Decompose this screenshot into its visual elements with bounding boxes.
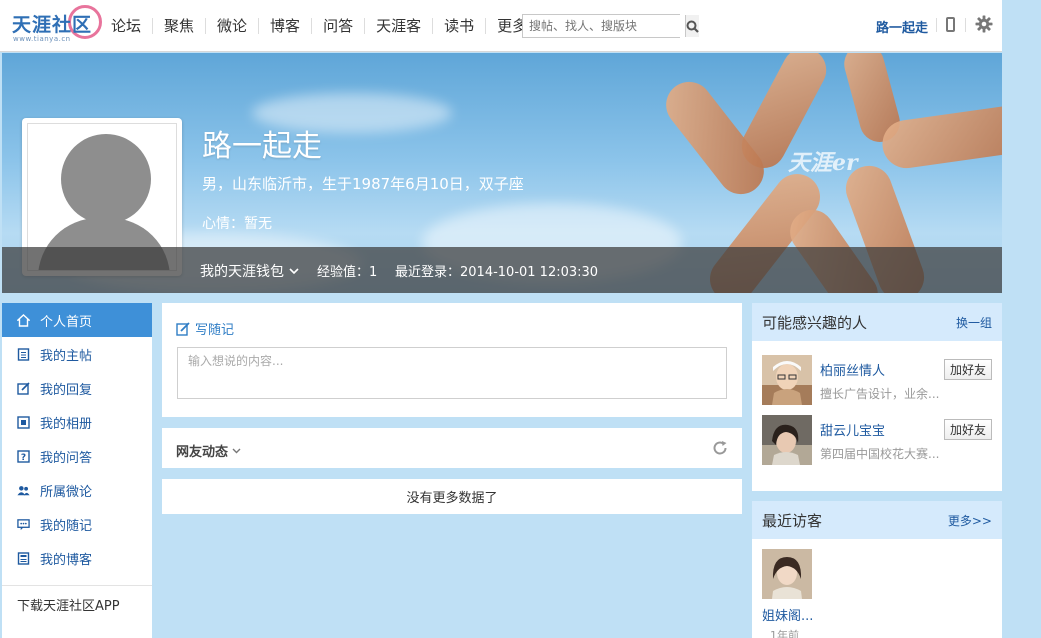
- app-download-link[interactable]: 下载天涯社区APP: [2, 586, 152, 622]
- sidebar-item-label: 我的问答: [40, 450, 93, 466]
- sidebar-item-home[interactable]: 个人首页: [2, 303, 152, 337]
- nav-item-blog[interactable]: 博客: [259, 18, 313, 34]
- search-button[interactable]: [685, 15, 699, 37]
- username-link[interactable]: 路一起走: [876, 17, 928, 36]
- chevron-down-icon: [289, 267, 299, 274]
- nav-item-weilun[interactable]: 微论: [206, 18, 260, 34]
- suggested-person: 柏丽丝情人 擅长广告设计，业余... 加好友: [762, 355, 992, 405]
- recent-visitors-card: 最近访客 更多>> 姐妹阁... 1年前: [752, 501, 1002, 638]
- person-avatar[interactable]: [762, 355, 812, 405]
- suggested-person: 甜云儿宝宝 第四届中国校花大赛... 加好友: [762, 415, 992, 465]
- profile-banner: 天涯er 路一起走 男，山东临沂市，生于1987年6月10日，双子座 心情：暂无…: [2, 53, 1002, 293]
- svg-text:?: ?: [21, 453, 26, 463]
- feed-title: 网友动态: [176, 445, 229, 460]
- card-header: 最近访客 更多>>: [752, 501, 1002, 539]
- logo-text: 天涯社区: [12, 14, 93, 36]
- person-name[interactable]: 柏丽丝情人: [820, 360, 885, 379]
- person-description: 第四届中国校花大赛...: [820, 447, 940, 461]
- sidebar-item-label: 我的博客: [40, 552, 93, 568]
- sidebar-item-blog[interactable]: 我的博客: [2, 541, 152, 575]
- sidebar-item-posts[interactable]: 我的主帖: [2, 337, 152, 371]
- sidebar: 个人首页 我的主帖 我的回复 我的相册 ? 我的问答 所属微论 我的随记 我的博…: [2, 303, 152, 638]
- last-login: 最近登录：2014-10-01 12:03:30: [395, 265, 599, 280]
- banner-watermark: 天涯er: [788, 150, 858, 176]
- phone-icon[interactable]: [946, 17, 955, 32]
- write-note-label: 写随记: [195, 323, 235, 338]
- profile-mood: 心情：暂无: [202, 216, 272, 232]
- nav-item-qa[interactable]: 问答: [312, 18, 366, 34]
- refresh-icon[interactable]: [712, 440, 728, 456]
- card-title: 可能感兴趣的人: [762, 313, 868, 332]
- nav-item-focus[interactable]: 聚焦: [153, 18, 207, 34]
- blog-icon: [17, 551, 30, 565]
- add-friend-button[interactable]: 加好友: [944, 359, 992, 380]
- feed-header: 网友动态: [162, 428, 742, 468]
- note-textarea[interactable]: 输入想说的内容...: [177, 347, 727, 399]
- visitor-avatar[interactable]: [762, 549, 812, 599]
- feed-filter-dropdown[interactable]: 网友动态: [176, 441, 241, 460]
- add-friend-button[interactable]: 加好友: [944, 419, 992, 440]
- sidebar-item-label: 我的回复: [40, 382, 93, 398]
- tianya-logo[interactable]: 天涯社区 www.tianya.cn: [10, 5, 102, 47]
- search-input[interactable]: [523, 15, 685, 37]
- sidebar-item-notes[interactable]: 我的随记: [2, 507, 152, 541]
- person-name[interactable]: 甜云儿宝宝: [820, 420, 885, 439]
- profile-info: 男，山东临沂市，生于1987年6月10日，双子座: [202, 175, 524, 193]
- write-note-title[interactable]: 写随记: [176, 319, 234, 338]
- sidebar-item-qa[interactable]: ? 我的问答: [2, 439, 152, 473]
- profile-name: 路一起走: [202, 129, 322, 164]
- main-nav: 论坛 聚焦 微论 博客 问答 天涯客 读书 更多 ▼: [100, 0, 550, 52]
- sidebar-item-label: 所属微论: [40, 484, 93, 500]
- divider: [965, 18, 966, 32]
- nav-item-forum[interactable]: 论坛: [100, 18, 154, 34]
- sidebar-item-album[interactable]: 我的相册: [2, 405, 152, 439]
- sidebar-item-label: 个人首页: [40, 314, 93, 330]
- album-icon: [17, 415, 30, 429]
- gear-icon[interactable]: [975, 15, 993, 33]
- visitor-time: 1年前: [770, 629, 799, 638]
- card-header: 可能感兴趣的人 换一组: [752, 303, 1002, 341]
- visitor-name[interactable]: 姐妹阁...: [762, 605, 813, 624]
- group-icon: [17, 484, 30, 497]
- search-box: [522, 14, 699, 38]
- sidebar-item-weilun[interactable]: 所属微论: [2, 473, 152, 507]
- refresh-suggestions-link[interactable]: 换一组: [956, 314, 992, 331]
- sidebar-item-replies[interactable]: 我的回复: [2, 371, 152, 405]
- chevron-down-icon: [232, 448, 241, 453]
- wallet-dropdown[interactable]: 我的天涯钱包: [200, 261, 299, 281]
- question-icon: ?: [17, 449, 30, 463]
- wallet-label: 我的天涯钱包: [200, 264, 284, 280]
- search-icon: [686, 20, 699, 33]
- more-visitors-link[interactable]: 更多>>: [948, 512, 992, 529]
- home-icon: [17, 313, 30, 327]
- profile-stats-bar: 我的天涯钱包 经验值：1 最近登录：2014-10-01 12:03:30: [2, 247, 1002, 293]
- avatar-head-shape: [61, 134, 151, 224]
- feed-empty-message: 没有更多数据了: [162, 479, 742, 514]
- sidebar-item-label: 我的相册: [40, 416, 93, 432]
- note-icon: [17, 518, 30, 531]
- person-avatar[interactable]: [762, 415, 812, 465]
- write-note-panel: 写随记 输入想说的内容...: [162, 303, 742, 417]
- suggested-people-card: 可能感兴趣的人 换一组 柏丽丝情人 擅长广告设计，业余... 加好友 甜云儿宝宝…: [752, 303, 1002, 491]
- divider: [936, 18, 937, 32]
- post-icon: [17, 347, 30, 361]
- reply-icon: [17, 381, 30, 395]
- logo-url: www.tianya.cn: [13, 35, 71, 43]
- sidebar-item-label: 我的主帖: [40, 348, 93, 364]
- edit-icon: [176, 321, 190, 336]
- experience-value: 经验值：1: [317, 265, 378, 280]
- nav-item-books[interactable]: 读书: [433, 18, 487, 34]
- sidebar-item-label: 我的随记: [40, 518, 93, 534]
- top-navbar: 天涯社区 www.tianya.cn 论坛 聚焦 微论 博客 问答 天涯客 读书…: [0, 0, 1002, 52]
- person-description: 擅长广告设计，业余...: [820, 387, 940, 401]
- nav-item-tianyake[interactable]: 天涯客: [365, 18, 434, 34]
- card-title: 最近访客: [762, 511, 823, 530]
